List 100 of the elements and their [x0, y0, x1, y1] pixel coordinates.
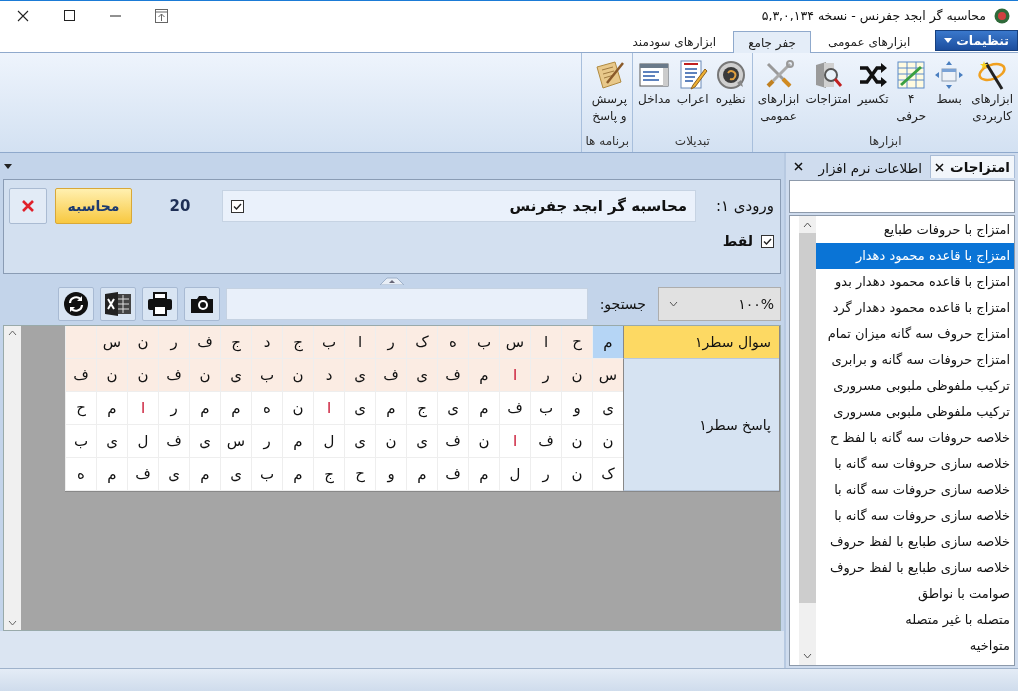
list-item[interactable]: خلاصه حروفات سه گانه با لفظ ح — [816, 425, 1014, 451]
table-cell: ب — [251, 458, 282, 491]
table-cell: ی — [220, 359, 251, 392]
table-cell: ب — [530, 392, 561, 425]
search-field[interactable] — [225, 288, 588, 320]
ribbon-tab[interactable]: ابزارهای سودمند — [617, 31, 732, 52]
chevron-icon — [669, 301, 678, 307]
list-item[interactable]: امتزاج با قاعده محمود دهدار گرد — [816, 295, 1014, 321]
refresh-button[interactable] — [57, 287, 94, 321]
panel-tab[interactable]: اطلاعات نرم افزار — [814, 157, 927, 178]
list-item[interactable]: خلاصه سازی طبایع با لفظ حروف — [816, 529, 1014, 555]
table-cell: ن — [282, 392, 313, 425]
scrollbar[interactable] — [4, 326, 21, 630]
caret-icon — [944, 38, 953, 43]
table-cell: ا — [530, 326, 561, 359]
ribbon-tab[interactable]: جفر جامع — [733, 31, 811, 53]
ribbon-button[interactable]: ابزارهای کاربردی — [969, 57, 1015, 132]
list-item[interactable]: متصله با غیر متصله — [816, 607, 1014, 633]
window-title: محاسبه گر ابجد جفرنس - نسخه ۵,۳,۰,۱۳۴ — [761, 8, 986, 23]
checkbox[interactable] — [231, 199, 244, 213]
table-cell: ب — [468, 326, 499, 359]
ribbon-button[interactable]: امتزاجات — [803, 57, 854, 132]
scroll-up-icon[interactable] — [803, 222, 812, 228]
ribbon-button[interactable]: پرسش و پاسخ — [589, 57, 630, 132]
list-item[interactable]: ترکیب ملفوظی ملبوبی مسروری — [816, 373, 1014, 399]
ribbon-button[interactable]: نظیره — [712, 57, 749, 132]
spreadsheet-icon — [103, 291, 132, 317]
table-cell: ن — [561, 359, 592, 392]
row-header[interactable]: پاسخ سطر۱ — [623, 359, 779, 491]
table-cell: م — [189, 458, 220, 491]
list-item[interactable]: متواخیه — [816, 633, 1014, 659]
ribbon-button[interactable]: تکسیر — [855, 57, 892, 132]
table-cell — [65, 326, 96, 359]
ribbon-button[interactable]: ابزارهای عمومی — [755, 57, 802, 132]
splitter-handle-icon[interactable] — [379, 277, 405, 285]
ribbon-tab[interactable]: ابزارهای عمومی — [812, 31, 926, 52]
list-item[interactable]: خلاصه سازی حروفات سه گانه با — [816, 451, 1014, 477]
ribbon-button[interactable]: بسط — [931, 57, 968, 132]
table-cell: س — [499, 326, 530, 359]
table-cell: د — [251, 326, 282, 359]
table-cell: م — [468, 458, 499, 491]
count-label: 20 — [168, 197, 192, 215]
list-item[interactable]: خلاصه سازی طبایع با لفظ حروف — [816, 555, 1014, 581]
printer-icon — [146, 292, 173, 316]
list-item[interactable]: امتزاج با حروفات طبایع — [816, 217, 1014, 243]
panel-tab[interactable]: امتزاجات — [930, 155, 1015, 178]
table-cell: ف — [437, 425, 468, 458]
table-cell: ی — [344, 392, 375, 425]
table-cell: ب — [313, 326, 344, 359]
table-cell: و — [561, 392, 592, 425]
close-icon[interactable] — [935, 162, 945, 172]
table-cell: م — [96, 458, 127, 491]
scroll-down-icon[interactable] — [803, 653, 812, 659]
table-cell: ی — [158, 458, 189, 491]
clear-button[interactable] — [9, 188, 47, 224]
table-cell: ا — [127, 392, 158, 425]
list-item[interactable]: ترکیب ملفوظی ملبوبی مسروری — [816, 399, 1014, 425]
table-cell: م — [282, 425, 313, 458]
list-item[interactable]: صوامت با نواطق — [816, 581, 1014, 607]
scroll-down-icon[interactable] — [8, 620, 17, 626]
camera-button[interactable] — [183, 287, 220, 321]
list-item[interactable]: خلاصه سازی حروفات سه گانه با — [816, 477, 1014, 503]
settings-menu-button[interactable]: تنظیمات — [935, 30, 1018, 51]
calculate-button[interactable]: محاسبه — [55, 188, 132, 224]
table-cell: م — [592, 326, 623, 359]
checkbox[interactable] — [761, 234, 774, 248]
row-header[interactable]: سوال سطر۱ — [623, 326, 779, 359]
table-cell: ح — [344, 458, 375, 491]
table-cell: ب — [65, 425, 96, 458]
list-item[interactable]: امتزاج با قاعده محمود دهدار بدو — [816, 269, 1014, 295]
table-cell: ر — [530, 359, 561, 392]
ribbon-button[interactable]: اعراب — [674, 57, 711, 132]
table-cell: ا — [499, 359, 530, 392]
list-item[interactable]: امتزاج با قاعده محمود دهدار — [816, 243, 1014, 269]
excel-export-button[interactable] — [99, 287, 136, 321]
scrollbar[interactable] — [799, 216, 816, 665]
list-item[interactable]: خلاصه سازی حروفات سه گانه با — [816, 503, 1014, 529]
dropdown-caret-icon[interactable] — [4, 163, 12, 169]
close-icon — [794, 162, 803, 171]
input-field[interactable]: محاسبه گر ابجد جفرنس — [222, 190, 696, 222]
filter-field[interactable] — [789, 180, 1015, 213]
group-label: برنامه ها — [585, 133, 630, 150]
list-item[interactable]: امتزاج حروف سه گانه میزان تمام — [816, 321, 1014, 347]
table-cell: ی — [437, 392, 468, 425]
table-cell: ن — [96, 359, 127, 392]
scroll-up-icon[interactable] — [8, 330, 17, 336]
ribbon-button[interactable]: ۴ حرفی — [893, 57, 930, 132]
search-label: جستجو: — [598, 296, 647, 312]
table-cell: ا — [499, 425, 530, 458]
table-cell: ی — [344, 425, 375, 458]
close-icon — [20, 198, 36, 214]
table-cell: د — [313, 359, 344, 392]
list-item[interactable]: امتزاج حروفات سه گانه و برابری — [816, 347, 1014, 373]
table-cell: ن — [561, 458, 592, 491]
print-button[interactable] — [141, 287, 178, 321]
zoom-dropdown[interactable]: ۱۰۰% — [658, 287, 781, 321]
table-cell: ب — [251, 359, 282, 392]
table-cell: ج — [220, 326, 251, 359]
ribbon-button[interactable]: مداخل — [636, 57, 673, 132]
table-cell: س — [592, 359, 623, 392]
